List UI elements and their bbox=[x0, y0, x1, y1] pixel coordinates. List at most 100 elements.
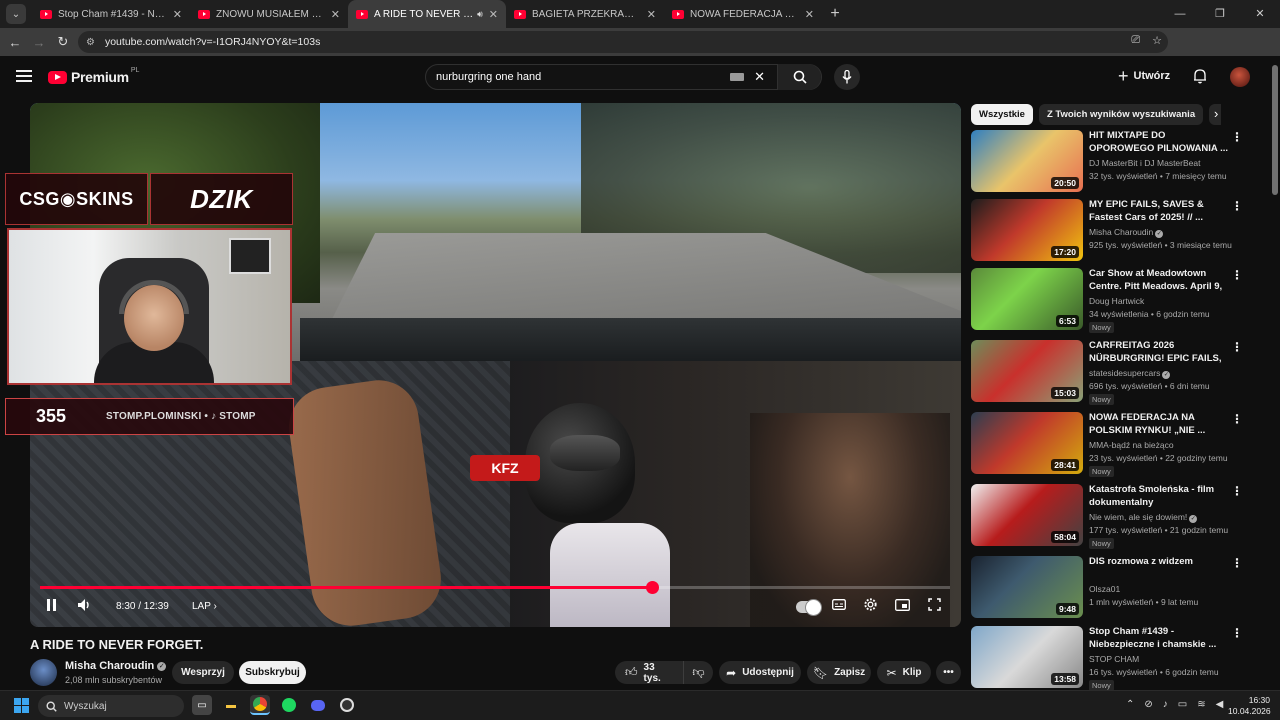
channel-name[interactable]: Misha Charoudin ✓ bbox=[65, 660, 167, 672]
page-scrollbar[interactable] bbox=[1272, 65, 1278, 195]
file-explorer-icon[interactable]: ▬ bbox=[221, 695, 241, 715]
browser-tab[interactable]: BAGIETA PRZEKRACZA SWOJE ✕ bbox=[506, 0, 664, 28]
video-thumbnail[interactable]: 9:48 bbox=[971, 556, 1083, 618]
display-icon[interactable]: ▭ bbox=[1178, 699, 1187, 710]
chip-all[interactable]: Wszystkie bbox=[971, 104, 1033, 125]
channel-avatar[interactable] bbox=[30, 659, 57, 686]
settings-button[interactable] bbox=[863, 597, 878, 615]
recommended-channel[interactable]: Nie wiem, ale się dowiem! ✓ bbox=[1089, 512, 1198, 523]
close-tab-icon[interactable]: ✕ bbox=[489, 8, 498, 21]
recommended-channel[interactable]: Doug Hartwick bbox=[1089, 296, 1144, 306]
video-thumbnail[interactable]: 20:50 bbox=[971, 130, 1083, 192]
create-button[interactable]: + Utwórz bbox=[1118, 67, 1170, 85]
taskbar-search[interactable]: Wyszukaj bbox=[38, 695, 184, 717]
chrome-icon[interactable] bbox=[250, 695, 270, 715]
recommended-title[interactable]: HIT MIXTAPE DO OPOROWEGO PILNOWANIA ... bbox=[1089, 130, 1229, 155]
video-thumbnail[interactable]: 58:04 bbox=[971, 484, 1083, 546]
recommended-channel[interactable]: MMA-bądź na bieżąco bbox=[1089, 440, 1174, 450]
recommended-video[interactable]: 58:04 Katastrofa Smoleńska - film dokumen… bbox=[971, 484, 1267, 550]
more-vertical-icon[interactable]: ⋮ bbox=[1231, 556, 1243, 570]
youtube-logo[interactable]: Premium PL bbox=[48, 67, 139, 85]
close-tab-icon[interactable]: ✕ bbox=[647, 8, 656, 21]
recommended-video[interactable]: 20:50 HIT MIXTAPE DO OPOROWEGO PILNOWANIA… bbox=[971, 130, 1267, 196]
install-app-icon[interactable]: ⎚ bbox=[1131, 34, 1140, 47]
browser-tab[interactable]: Stop Cham #1439 - Niebezpieczne i chamsk… bbox=[32, 0, 190, 28]
like-button[interactable]: 👍︎ 33 tys. bbox=[615, 661, 683, 684]
recommended-title[interactable]: Stop Cham #1439 - Niebezpieczne i chamsk… bbox=[1089, 626, 1229, 651]
recommended-title[interactable]: Katastrofa Smoleńska - film dokumentalny bbox=[1089, 484, 1229, 509]
close-tab-icon[interactable]: ✕ bbox=[173, 8, 182, 21]
network-off-icon[interactable]: ⊘ bbox=[1144, 699, 1152, 710]
recommended-video[interactable]: 13:58 Stop Cham #1439 - Niebezpieczne i c… bbox=[971, 626, 1267, 692]
obs-icon[interactable] bbox=[337, 695, 357, 715]
recommended-channel[interactable]: DJ MasterBit i DJ MasterBeat bbox=[1089, 158, 1200, 168]
clip-button[interactable]: ✂ Klip bbox=[877, 661, 931, 684]
subscribe-button[interactable]: Subskrybuj bbox=[239, 661, 306, 684]
share-button[interactable]: ➦ Udostępnij bbox=[719, 661, 801, 684]
subtitles-button[interactable] bbox=[832, 599, 846, 613]
more-vertical-icon[interactable]: ⋮ bbox=[1231, 484, 1243, 498]
video-thumbnail[interactable]: 17:20 bbox=[971, 199, 1083, 261]
wifi-icon[interactable]: ≋ bbox=[1197, 699, 1205, 710]
recommended-video[interactable]: 9:48 DIS rozmowa z widzem Olsza01 1 mln wyś… bbox=[971, 556, 1267, 622]
site-info-icon[interactable]: ⚙ bbox=[86, 37, 95, 48]
minimize-button[interactable]: — bbox=[1160, 0, 1200, 28]
search-button[interactable] bbox=[777, 64, 821, 90]
video-thumbnail[interactable]: 28:41 bbox=[971, 412, 1083, 474]
recommended-title[interactable]: Car Show at Meadowtown Centre. Pitt Mead… bbox=[1089, 268, 1229, 294]
reload-button[interactable]: ↻ bbox=[51, 34, 75, 50]
save-button[interactable]: 🔖︎ Zapisz bbox=[807, 661, 871, 684]
new-tab-button[interactable]: + bbox=[822, 5, 848, 23]
spotify-icon[interactable] bbox=[279, 695, 299, 715]
recommended-title[interactable]: CARFREITAG 2026 NÜRBURGRING! EPIC FAILS,… bbox=[1089, 340, 1229, 366]
chips-next-arrow-icon[interactable]: › bbox=[1214, 106, 1218, 121]
notifications-button[interactable] bbox=[1193, 68, 1207, 89]
browser-tab[interactable]: NOWA FEDERACJA NA POLSKIM ✕ bbox=[664, 0, 822, 28]
more-vertical-icon[interactable]: ⋮ bbox=[1231, 199, 1243, 213]
more-vertical-icon[interactable]: ⋮ bbox=[1231, 130, 1243, 144]
browser-tab[interactable]: ZNOWU MUSIAŁEM UCIEKAĆ Z ✕ bbox=[190, 0, 348, 28]
guide-menu-icon[interactable] bbox=[16, 70, 32, 85]
clear-search-icon[interactable]: ✕ bbox=[754, 69, 765, 85]
tray-overflow-icon[interactable]: ⌃ bbox=[1126, 699, 1134, 710]
fullscreen-button[interactable] bbox=[928, 598, 941, 614]
miniplayer-button[interactable] bbox=[895, 599, 910, 614]
recommended-video[interactable]: 15:03 CARFREITAG 2026 NÜRBURGRING! EPIC F… bbox=[971, 340, 1267, 406]
start-button[interactable] bbox=[14, 698, 29, 713]
more-vertical-icon[interactable]: ⋮ bbox=[1231, 340, 1243, 354]
recommended-title[interactable]: DIS rozmowa z widzem bbox=[1089, 556, 1229, 569]
recommended-title[interactable]: NOWA FEDERACJA NA POLSKIM RYNKU! „NIE ..… bbox=[1089, 412, 1229, 437]
more-vertical-icon[interactable]: ⋮ bbox=[1231, 268, 1243, 282]
recommended-channel[interactable]: STOP CHAM bbox=[1089, 654, 1139, 664]
support-button[interactable]: Wesprzyj bbox=[172, 661, 234, 684]
recommended-video[interactable]: 28:41 NOWA FEDERACJA NA POLSKIM RYNKU! „N… bbox=[971, 412, 1267, 478]
autoplay-toggle[interactable] bbox=[796, 599, 822, 616]
discord-icon[interactable] bbox=[308, 695, 328, 715]
forward-button[interactable]: → bbox=[27, 35, 51, 50]
dislike-button[interactable]: 👎︎ bbox=[683, 661, 713, 684]
tab-search-button[interactable]: ⌄ bbox=[6, 4, 26, 24]
chip-from-search[interactable]: Z Twoich wyników wyszukiwania bbox=[1038, 104, 1204, 125]
more-actions-button[interactable]: ••• bbox=[936, 661, 961, 684]
video-thumbnail[interactable]: 6:53 bbox=[971, 268, 1083, 330]
volume-tray-icon[interactable]: ◀ bbox=[1216, 699, 1224, 710]
close-tab-icon[interactable]: ✕ bbox=[805, 8, 814, 21]
chapter-title[interactable]: LAP › bbox=[192, 601, 217, 612]
recommended-title[interactable]: MY EPIC FAILS, SAVES & Fastest Cars of 2… bbox=[1089, 199, 1229, 224]
more-vertical-icon[interactable]: ⋮ bbox=[1231, 626, 1243, 640]
close-tab-icon[interactable]: ✕ bbox=[331, 8, 340, 21]
seek-bar[interactable] bbox=[40, 581, 950, 594]
search-input[interactable]: nurburgring one hand bbox=[426, 71, 730, 83]
scrubber-handle[interactable] bbox=[645, 581, 659, 594]
recommended-channel[interactable]: statesidesupercars ✓ bbox=[1089, 368, 1171, 379]
close-window-button[interactable]: ✕ bbox=[1240, 0, 1280, 28]
recommended-video[interactable]: 6:53 Car Show at Meadowtown Centre. Pitt … bbox=[971, 268, 1267, 334]
pause-button[interactable] bbox=[46, 599, 57, 614]
browser-tab[interactable]: A RIDE TO NEVER FORGET. 🔊︎ ✕ bbox=[348, 0, 506, 28]
task-view-icon[interactable]: ▭ bbox=[192, 695, 212, 715]
more-vertical-icon[interactable]: ⋮ bbox=[1231, 412, 1243, 426]
restore-button[interactable]: ❐ bbox=[1200, 0, 1240, 28]
back-button[interactable]: ← bbox=[3, 35, 27, 50]
video-thumbnail[interactable]: 15:03 bbox=[971, 340, 1083, 402]
recommended-channel[interactable]: Misha Charoudin ✓ bbox=[1089, 227, 1164, 238]
